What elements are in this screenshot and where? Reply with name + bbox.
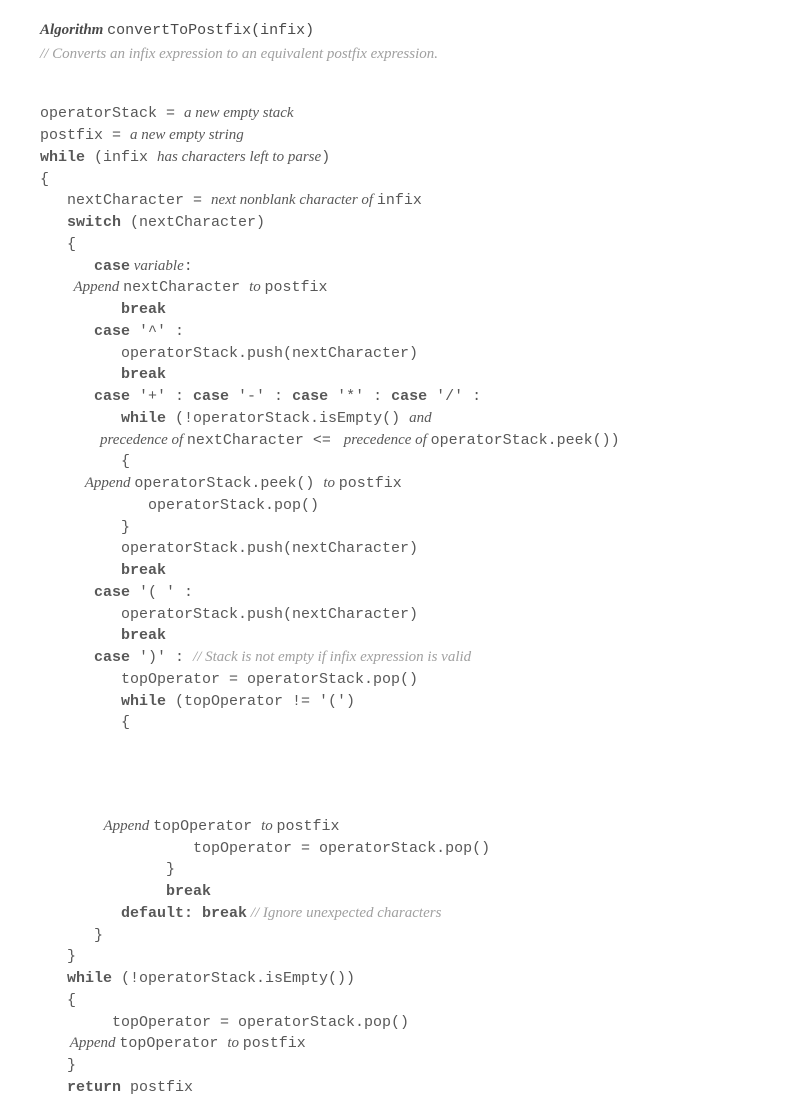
code-line: } [40,861,175,878]
code-line: switch (nextCharacter) [40,214,265,231]
code-line: while (!operatorStack.isEmpty() and [40,410,432,427]
code-line: topOperator = operatorStack.pop() [40,1014,409,1031]
code-line: operatorStack.pop() [40,497,319,514]
code-line: operatorStack.push(nextCharacter) [40,345,418,362]
code-line: break [40,366,166,383]
pseudocode-body: operatorStack = a new empty stack postfi… [40,82,747,1099]
code-line: Append topOperator to postfix [40,818,340,835]
code-line: Append topOperator to postfix [40,1035,306,1052]
code-line: operatorStack.push(nextCharacter) [40,540,418,557]
code-line: topOperator = operatorStack.pop() [40,840,490,857]
code-line: break [40,301,166,318]
algorithm-title: Algorithm convertToPostfix(infix) [40,20,747,42]
code-line: nextCharacter = next nonblank character … [40,192,422,209]
code-line: break [40,562,166,579]
code-line: default: break // Ignore unexpected char… [40,905,441,922]
code-line: } [40,1057,76,1074]
code-line: Append operatorStack.peek() to postfix [40,475,402,492]
algorithm-description: // Converts an infix expression to an eq… [40,44,747,66]
code-line: case variable: [40,258,193,275]
code-line: postfix = a new empty string [40,127,244,144]
code-line: operatorStack = a new empty stack [40,105,294,122]
code-line: topOperator = operatorStack.pop() [40,671,418,688]
code-line: } [40,948,76,965]
code-line: Append nextCharacter to postfix [40,279,328,296]
code-line: { [40,992,76,1009]
code-line: break [40,883,211,900]
code-line: { [40,453,130,470]
code-line: { [40,714,130,731]
code-line: case '+' : case '-' : case '*' : case '/… [40,388,481,405]
function-signature: convertToPostfix(infix) [107,22,314,39]
blank-gap [40,734,747,794]
code-line: { [40,236,76,253]
code-line: case ')' : // Stack is not empty if infi… [40,649,471,666]
code-line: precedence of nextCharacter <= precedenc… [40,432,620,449]
code-line: } [40,519,130,536]
code-line: } [40,927,103,944]
code-line: while (topOperator != '(') [40,693,355,710]
code-line: case '^' : [40,323,184,340]
code-line: break [40,627,166,644]
code-line: while (infix has characters left to pars… [40,149,330,166]
code-line: { [40,171,49,188]
code-line: return postfix [40,1079,193,1096]
code-line: operatorStack.push(nextCharacter) [40,606,418,623]
code-line: case '( ' : [40,584,193,601]
algorithm-label: Algorithm [40,22,103,38]
code-line: while (!operatorStack.isEmpty()) [40,970,355,987]
